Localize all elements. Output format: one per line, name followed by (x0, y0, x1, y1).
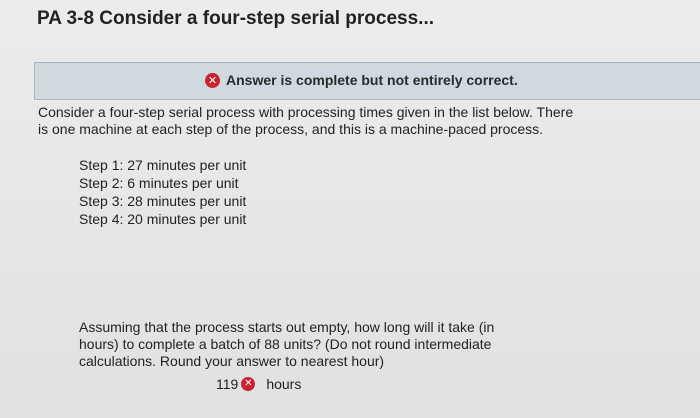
page-title: PA 3-8 Consider a four-step serial proce… (37, 8, 435, 29)
question-page: PA 3-8 Consider a four-step serial proce… (0, 0, 700, 418)
problem-intro: Consider a four-step serial process with… (38, 104, 574, 137)
answer-unit: hours (266, 376, 302, 392)
status-banner-content: ✕ Answer is complete but not entirely co… (205, 72, 518, 88)
step-item-3: Step 3: 28 minutes per unit (79, 193, 247, 209)
question-text: Assuming that the process starts out emp… (79, 319, 495, 369)
step-item-4: Step 4: 20 minutes per unit (79, 211, 247, 227)
step-list: Step 1: 27 minutes per unit Step 2: 6 mi… (79, 157, 249, 229)
answer-row: 119 ✕ hours (216, 376, 301, 392)
answer-input[interactable]: 119 (216, 376, 238, 392)
status-banner: ✕ Answer is complete but not entirely co… (34, 62, 700, 100)
step-item-2: Step 2: 6 minutes per unit (79, 175, 239, 191)
step-item-1: Step 1: 27 minutes per unit (79, 157, 247, 173)
status-text: Answer is complete but not entirely corr… (226, 72, 518, 88)
close-icon: ✕ (205, 72, 220, 88)
close-icon: ✕ (241, 377, 256, 391)
